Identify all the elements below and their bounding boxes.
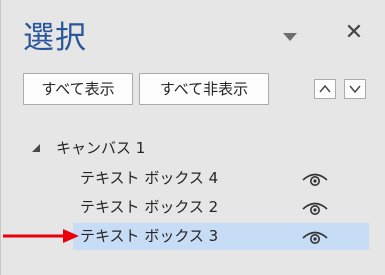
tree-group-canvas[interactable]: キャンバス 1 [31,136,361,160]
bring-forward-button[interactable] [314,79,336,99]
show-all-button[interactable]: すべて表示 [23,73,133,105]
tree-item-label: テキスト ボックス 4 [80,169,219,187]
close-icon[interactable]: ✕ [343,22,365,44]
tree-item-label: テキスト ボックス 3 [80,227,219,245]
hide-all-button[interactable]: すべて非表示 [139,73,269,105]
expanded-triangle-icon[interactable] [31,143,41,153]
tree-item-textbox-3[interactable]: テキスト ボックス 3 [73,223,369,250]
send-backward-button[interactable] [344,79,366,99]
pane-title: 選択 [23,20,87,56]
selection-pane: 選択 ✕ すべて表示 すべて非表示 キャンバス 1 テキスト ボックス 4 テキ… [0,0,385,275]
tree-item-label: テキスト ボックス 2 [80,198,219,216]
pane-options-dropdown-icon[interactable] [282,28,298,41]
tree-item-textbox-2[interactable]: テキスト ボックス 2 [73,194,369,221]
chevron-up-icon [319,84,331,93]
visibility-eye-icon[interactable] [301,200,329,216]
visibility-eye-icon[interactable] [301,171,329,187]
annotation-arrow-icon [3,229,79,243]
tree-item-textbox-4[interactable]: テキスト ボックス 4 [73,165,369,192]
visibility-eye-icon[interactable] [301,229,329,245]
chevron-down-icon [349,85,361,94]
tree-group-label: キャンバス 1 [56,139,146,157]
